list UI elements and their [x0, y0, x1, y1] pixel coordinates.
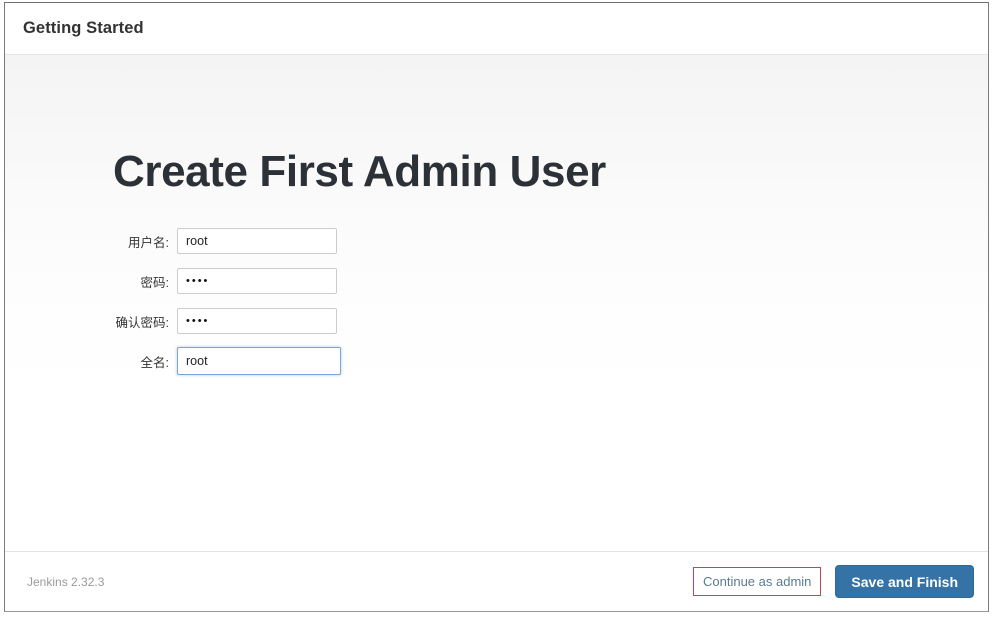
- confirm-password-input[interactable]: ••••: [177, 308, 337, 334]
- window-header: Getting Started: [5, 3, 988, 55]
- form-row-fullname: 全名: root: [5, 341, 988, 381]
- jenkins-version-label: Jenkins 2.32.3: [27, 574, 105, 589]
- password-masked-value: ••••: [186, 275, 210, 287]
- form-row-username: 用户名: root: [5, 221, 988, 261]
- form-row-confirm-password: 确认密码: ••••: [5, 301, 988, 341]
- save-and-finish-button[interactable]: Save and Finish: [835, 565, 974, 598]
- confirm-password-label: 确认密码:: [115, 315, 169, 330]
- confirm-password-masked-value: ••••: [186, 315, 210, 327]
- fullname-label: 全名:: [140, 355, 169, 370]
- password-label: 密码:: [140, 275, 169, 290]
- fullname-input[interactable]: root: [177, 347, 341, 375]
- jenkins-setup-window: Getting Started Create First Admin User …: [4, 2, 989, 612]
- username-input[interactable]: root: [177, 228, 337, 254]
- page-title: Create First Admin User: [113, 147, 606, 196]
- password-input[interactable]: ••••: [177, 268, 337, 294]
- window-footer: Jenkins 2.32.3 Continue as admin Save an…: [5, 551, 988, 611]
- main-content: Create First Admin User 用户名: root 密码: ••…: [5, 55, 988, 551]
- page-header-title: Getting Started: [23, 19, 144, 37]
- footer-actions: Continue as admin Save and Finish: [693, 565, 974, 598]
- continue-as-admin-link[interactable]: Continue as admin: [693, 567, 822, 596]
- admin-user-form: 用户名: root 密码: •••• 确认密码: •••• 全名: root: [5, 221, 988, 381]
- form-row-password: 密码: ••••: [5, 261, 988, 301]
- username-label: 用户名:: [128, 235, 169, 250]
